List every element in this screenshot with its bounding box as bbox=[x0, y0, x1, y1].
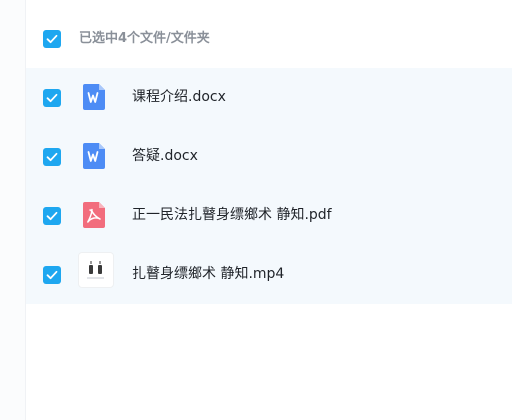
list-item[interactable]: 答疑.docx bbox=[26, 127, 512, 185]
word-doc-icon bbox=[83, 143, 105, 169]
list-item[interactable]: 扎瞽身缥鄉术 静知.mp4 bbox=[26, 245, 512, 303]
select-all-checkbox[interactable] bbox=[43, 30, 61, 48]
word-doc-icon bbox=[83, 84, 105, 110]
check-icon bbox=[46, 152, 58, 162]
video-thumbnail-icon bbox=[78, 252, 114, 288]
check-icon bbox=[46, 211, 58, 221]
file-name[interactable]: 扎瞽身缥鄉术 静知.mp4 bbox=[132, 265, 284, 283]
item-checkbox[interactable] bbox=[43, 89, 61, 107]
selected-count-label: 已选中4个文件/文件夹 bbox=[79, 31, 210, 46]
check-icon bbox=[46, 34, 58, 44]
file-list: 课程介绍.docx 答疑.docx 正一民法扎瞽身缥鄉术 静知.pdf 扎瞽身缥… bbox=[26, 68, 512, 304]
item-checkbox[interactable] bbox=[43, 266, 61, 284]
file-name[interactable]: 正一民法扎瞽身缥鄉术 静知.pdf bbox=[132, 206, 332, 224]
list-item[interactable]: 正一民法扎瞽身缥鄉术 静知.pdf bbox=[26, 186, 512, 244]
video-figure-icon bbox=[87, 261, 104, 279]
sidebar-edge bbox=[0, 0, 26, 420]
selection-header: 已选中4个文件/文件夹 bbox=[26, 0, 512, 68]
item-checkbox[interactable] bbox=[43, 148, 61, 166]
file-name[interactable]: 课程介绍.docx bbox=[132, 88, 226, 106]
item-checkbox[interactable] bbox=[43, 207, 61, 225]
list-item[interactable]: 课程介绍.docx bbox=[26, 68, 512, 126]
check-icon bbox=[46, 93, 58, 103]
check-icon bbox=[46, 270, 58, 280]
file-name[interactable]: 答疑.docx bbox=[132, 147, 198, 165]
pdf-icon bbox=[83, 202, 105, 228]
